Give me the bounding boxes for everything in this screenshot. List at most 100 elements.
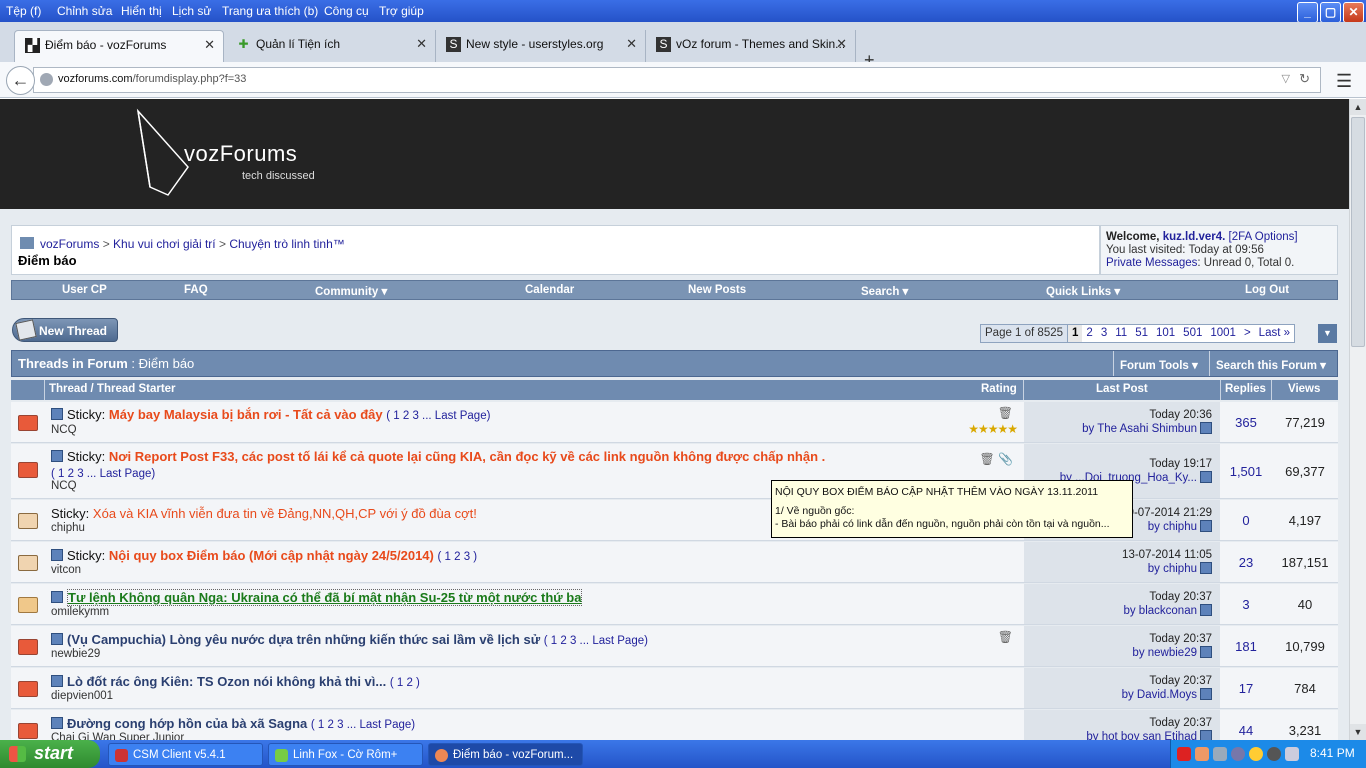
search-forum-button[interactable]: Search this Forum ▾: [1209, 351, 1337, 376]
thread-starter[interactable]: diepvien001: [51, 690, 113, 702]
nav-search[interactable]: Search ▾: [861, 284, 908, 298]
replies-count[interactable]: 3: [1242, 597, 1249, 612]
crumb-chat[interactable]: Chuyện trò linh tinh™: [229, 237, 344, 251]
tab-diem-bao[interactable]: ▞ Điểm báo - vozForums ✕: [14, 30, 224, 62]
tab-voz-themes[interactable]: S vOz forum - Themes and Skin... ✕: [646, 30, 856, 62]
twofa-link[interactable]: [2FA Options]: [1229, 231, 1298, 243]
nav-log-out[interactable]: Log Out: [1245, 284, 1289, 296]
page-jump-dropdown[interactable]: ▼: [1318, 324, 1337, 343]
clock[interactable]: 8:41 PM: [1310, 746, 1355, 760]
thread-title[interactable]: Đường cong hớp hồn của bà xã Sagna: [67, 716, 307, 731]
close-window-button[interactable]: ✕: [1343, 2, 1364, 23]
private-messages-link[interactable]: Private Messages: [1106, 257, 1197, 269]
replies-count[interactable]: 23: [1239, 555, 1253, 570]
menu-bookmarks[interactable]: Trang ưa thích (b): [222, 4, 318, 18]
thread-pages[interactable]: ( 1 2 3 ... Last Page): [311, 719, 415, 731]
page-last[interactable]: Last »: [1255, 325, 1294, 342]
replies-count[interactable]: 365: [1235, 415, 1257, 430]
nav-new-posts[interactable]: New Posts: [688, 284, 746, 296]
page-scrollbar[interactable]: ▲ ▼: [1349, 99, 1366, 740]
menu-tools[interactable]: Công cụ: [324, 4, 369, 18]
page-link[interactable]: 11: [1111, 325, 1131, 342]
thread-title[interactable]: (Vụ Campuchia) Lòng yêu nước dựa trên nh…: [67, 632, 540, 647]
close-icon[interactable]: ✕: [626, 36, 637, 52]
minimize-button[interactable]: _: [1297, 2, 1318, 23]
page-next[interactable]: >: [1240, 325, 1255, 342]
thread-starter[interactable]: chiphu: [51, 522, 85, 534]
app-tray-icon[interactable]: [1195, 747, 1209, 761]
replies-count[interactable]: 1,501: [1230, 464, 1263, 479]
crumb-home[interactable]: vozForums: [40, 237, 99, 251]
thread-title[interactable]: Xóa và KIA vĩnh viễn đưa tin về Đảng,NN,…: [93, 506, 477, 521]
thread-title[interactable]: Máy bay Malaysia bị bắn rơi - Tất cả vào…: [109, 407, 383, 422]
goto-last-icon[interactable]: [1200, 562, 1212, 574]
replies-count[interactable]: 17: [1239, 681, 1253, 696]
thread-title[interactable]: Nơi Report Post F33, các post tố lái kể …: [109, 449, 825, 464]
vivaldi-icon[interactable]: [1177, 747, 1191, 761]
menu-history[interactable]: Lịch sử: [172, 4, 211, 18]
username-link[interactable]: kuz.ld.ver4.: [1163, 231, 1226, 243]
tab-add-ons[interactable]: ✚ Quản lí Tiện ích ✕: [226, 30, 436, 62]
reload-icon[interactable]: ↻: [1299, 71, 1310, 87]
thread-starter[interactable]: NCQ: [51, 480, 77, 492]
last-post-user[interactable]: by David.Moys: [1122, 688, 1212, 701]
close-icon[interactable]: ✕: [416, 36, 427, 52]
goto-last-icon[interactable]: [1200, 422, 1212, 434]
scroll-down-icon[interactable]: ▼: [1350, 724, 1366, 740]
close-icon[interactable]: ✕: [836, 36, 847, 52]
sun-icon[interactable]: [1249, 747, 1263, 761]
nav-user-cp[interactable]: User CP: [62, 284, 107, 296]
last-post-user[interactable]: by hot boy san Etihad: [1086, 730, 1212, 740]
help-icon[interactable]: [1231, 747, 1245, 761]
page-link[interactable]: 101: [1152, 325, 1179, 342]
last-post-user[interactable]: by The Asahi Shimbun: [1082, 422, 1212, 435]
forum-tools-button[interactable]: Forum Tools ▾: [1113, 351, 1209, 376]
close-icon[interactable]: ✕: [204, 37, 215, 53]
goto-last-icon[interactable]: [1200, 471, 1212, 483]
thread-title[interactable]: Tư lệnh Không quân Nga: Ukraina có thể đ…: [67, 589, 583, 606]
task-firefox[interactable]: Điểm báo - vozForum...: [428, 743, 583, 766]
network-icon[interactable]: [1213, 747, 1227, 761]
scroll-up-icon[interactable]: ▲: [1350, 99, 1366, 115]
menu-help[interactable]: Trợ giúp: [379, 4, 424, 18]
logo-text[interactable]: vozForums: [184, 141, 297, 167]
goto-last-icon[interactable]: [1200, 646, 1212, 658]
thread-pages[interactable]: ( 1 2 3 ... Last Page): [51, 468, 155, 480]
replies-count[interactable]: 44: [1239, 723, 1253, 738]
goto-last-icon[interactable]: [1200, 730, 1212, 740]
replies-count[interactable]: 181: [1235, 639, 1257, 654]
menu-edit[interactable]: Chỉnh sửa: [57, 4, 112, 18]
col-views[interactable]: Views: [1288, 383, 1320, 395]
last-post-user[interactable]: by blackconan: [1123, 604, 1212, 617]
menu-icon[interactable]: ☰: [1336, 71, 1352, 92]
thread-pages[interactable]: ( 1 2 3 ... Last Page): [544, 635, 648, 647]
dropdown-icon[interactable]: ▽: [1282, 72, 1290, 85]
thread-starter[interactable]: omilekymm: [51, 606, 109, 618]
col-replies[interactable]: Replies: [1225, 383, 1266, 395]
thread-pages[interactable]: ( 1 2 3 ): [437, 551, 477, 563]
new-thread-button[interactable]: New Thread: [12, 318, 118, 342]
task-linh-fox[interactable]: Linh Fox - Cờ Rôm+: [268, 743, 423, 766]
col-thread[interactable]: Thread / Thread Starter: [49, 383, 176, 395]
tab-userstyles[interactable]: S New style - userstyles.org ✕: [436, 30, 646, 62]
col-rating[interactable]: Rating: [981, 383, 1017, 395]
nav-community[interactable]: Community ▾: [315, 284, 387, 298]
goto-last-icon[interactable]: [1200, 604, 1212, 616]
last-post-user[interactable]: by newbie29: [1132, 646, 1212, 659]
page-link[interactable]: 501: [1179, 325, 1206, 342]
nav-calendar[interactable]: Calendar: [525, 284, 574, 296]
nav-quick-links[interactable]: Quick Links ▾: [1046, 284, 1120, 298]
goto-last-icon[interactable]: [1200, 520, 1212, 532]
goto-last-icon[interactable]: [1200, 688, 1212, 700]
page-link[interactable]: 1001: [1206, 325, 1240, 342]
page-link[interactable]: 51: [1131, 325, 1152, 342]
thread-title[interactable]: Lò đốt rác ông Kiên: TS Ozon nói không k…: [67, 674, 386, 689]
nav-faq[interactable]: FAQ: [184, 284, 208, 296]
back-button[interactable]: ←: [6, 66, 35, 95]
thread-starter[interactable]: newbie29: [51, 648, 100, 660]
thread-starter[interactable]: Chai Gi Wan Super Junior: [51, 732, 184, 740]
thread-starter[interactable]: vitcon: [51, 564, 81, 576]
chrome-icon[interactable]: [1267, 747, 1281, 761]
replies-count[interactable]: 0: [1242, 513, 1249, 528]
menu-view[interactable]: Hiển thị: [121, 4, 162, 18]
